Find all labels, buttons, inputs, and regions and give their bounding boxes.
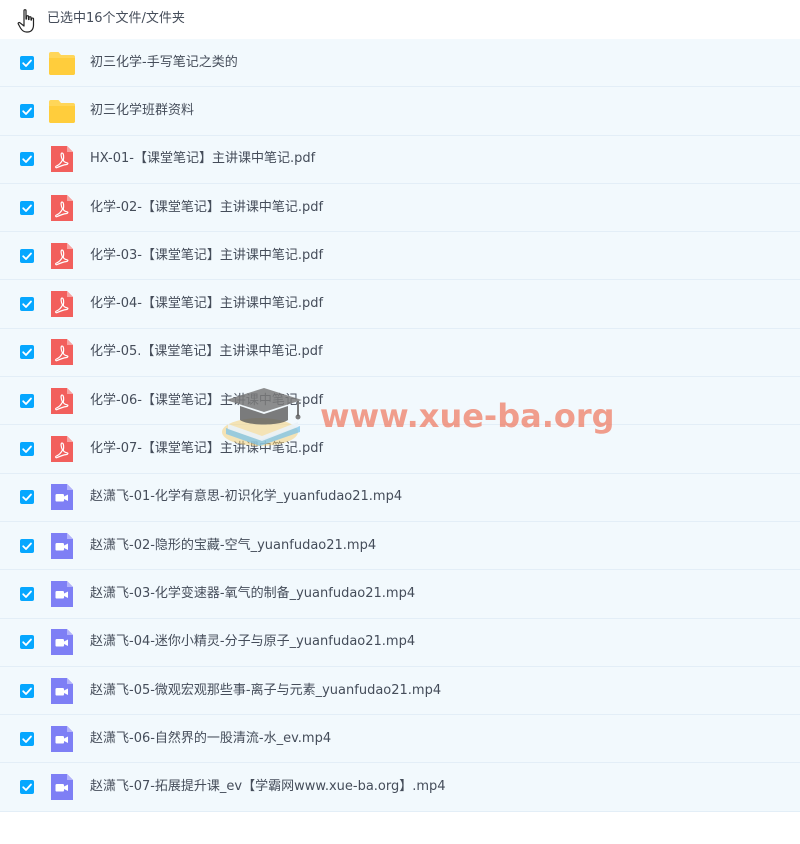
file-list: 初三化学-手写笔记之类的 初三化学班群资料 HX-01-【课堂笔记】主讲课中笔记.p… xyxy=(0,39,800,812)
file-row[interactable]: 化学-03-【课堂笔记】主讲课中笔记.pdf xyxy=(0,232,800,281)
video-file-icon xyxy=(48,774,76,801)
video-file-icon xyxy=(48,484,76,511)
file-row-checkbox[interactable] xyxy=(20,297,34,312)
checkmark-icon xyxy=(22,397,32,405)
file-row-checkbox[interactable] xyxy=(20,731,34,746)
checkmark-icon xyxy=(22,542,32,550)
file-row-checkbox[interactable] xyxy=(20,586,34,601)
folder-icon xyxy=(48,50,76,76)
file-row[interactable]: 化学-07-【课堂笔记】主讲课中笔记.pdf xyxy=(0,425,800,474)
file-name[interactable]: 初三化学班群资料 xyxy=(90,102,194,120)
file-name[interactable]: 赵潇飞-01-化学有意思-初识化学_yuanfudao21.mp4 xyxy=(90,488,402,506)
pdf-file-icon xyxy=(48,291,76,318)
file-row-checkbox[interactable] xyxy=(20,200,34,215)
checkmark-icon xyxy=(22,59,32,67)
file-row[interactable]: 初三化学班群资料 xyxy=(0,87,800,136)
file-row[interactable]: 赵潇飞-04-迷你小精灵-分子与原子_yuanfudao21.mp4 xyxy=(0,618,800,667)
file-row[interactable]: 赵潇飞-07-拓展提升课_ev【学霸网www.xue-ba.org】.mp4 xyxy=(0,763,800,812)
file-row[interactable]: 化学-05.【课堂笔记】主讲课中笔记.pdf xyxy=(0,328,800,378)
file-row[interactable]: 赵潇飞-01-化学有意思-初识化学_yuanfudao21.mp4 xyxy=(0,473,800,522)
file-row[interactable]: 初三化学-手写笔记之类的 xyxy=(0,39,800,88)
file-name[interactable]: HX-01-【课堂笔记】主讲课中笔记.pdf xyxy=(90,150,315,168)
file-row[interactable]: 赵潇飞-06-自然界的一股清流-水_ev.mp4 xyxy=(0,715,800,764)
file-row-checkbox[interactable] xyxy=(20,103,34,118)
pdf-file-icon xyxy=(48,146,76,173)
hand-cursor-icon xyxy=(17,9,35,33)
file-name[interactable]: 化学-07-【课堂笔记】主讲课中笔记.pdf xyxy=(90,440,323,458)
checkmark-icon xyxy=(22,155,32,164)
file-name[interactable]: 化学-06-【课堂笔记】主讲课中笔记.pdf xyxy=(90,392,323,410)
video-file-icon xyxy=(48,580,76,607)
checkmark-icon xyxy=(22,349,32,357)
file-row-checkbox[interactable] xyxy=(20,490,34,505)
selection-header: 已选中16个文件/文件夹 xyxy=(0,0,800,38)
checkmark-icon xyxy=(22,590,32,598)
checkmark-icon xyxy=(22,445,32,453)
file-row[interactable]: 化学-02-【课堂笔记】主讲课中笔记.pdf xyxy=(0,183,800,233)
checkmark-icon xyxy=(22,252,32,260)
file-name[interactable]: 赵潇飞-04-迷你小精灵-分子与原子_yuanfudao21.mp4 xyxy=(90,633,415,651)
selection-count-text: 已选中16个文件/文件夹 xyxy=(47,11,185,26)
pdf-file-icon xyxy=(48,242,76,269)
file-name[interactable]: 化学-05.【课堂笔记】主讲课中笔记.pdf xyxy=(90,343,323,361)
file-row-checkbox[interactable] xyxy=(20,152,34,167)
file-row[interactable]: 赵潇飞-03-化学变速器-氧气的制备_yuanfudao21.mp4 xyxy=(0,570,800,619)
file-name[interactable]: 赵潇飞-07-拓展提升课_ev【学霸网www.xue-ba.org】.mp4 xyxy=(90,778,446,796)
checkmark-icon xyxy=(22,687,32,695)
file-name[interactable]: 初三化学-手写笔记之类的 xyxy=(90,54,238,72)
file-row[interactable]: 赵潇飞-02-隐形的宝藏-空气_yuanfudao21.mp4 xyxy=(0,521,800,571)
file-name[interactable]: 赵潇飞-02-隐形的宝藏-空气_yuanfudao21.mp4 xyxy=(90,537,376,555)
pdf-file-icon xyxy=(48,387,76,414)
file-name[interactable]: 赵潇飞-05-微观宏观那些事-离子与元素_yuanfudao21.mp4 xyxy=(90,682,441,700)
file-row[interactable]: 化学-04-【课堂笔记】主讲课中笔记.pdf xyxy=(0,280,800,329)
file-row-checkbox[interactable] xyxy=(20,442,34,457)
file-row-checkbox[interactable] xyxy=(20,248,34,263)
file-name[interactable]: 赵潇飞-06-自然界的一股清流-水_ev.mp4 xyxy=(90,730,331,748)
file-name[interactable]: 赵潇飞-03-化学变速器-氧气的制备_yuanfudao21.mp4 xyxy=(90,585,415,603)
checkmark-icon xyxy=(22,493,32,502)
pdf-file-icon xyxy=(48,339,76,366)
file-row-checkbox[interactable] xyxy=(20,635,34,650)
file-row[interactable]: 化学-06-【课堂笔记】主讲课中笔记.pdf xyxy=(0,377,800,426)
file-row[interactable]: 赵潇飞-05-微观宏观那些事-离子与元素_yuanfudao21.mp4 xyxy=(0,666,800,716)
file-name[interactable]: 化学-02-【课堂笔记】主讲课中笔记.pdf xyxy=(90,199,323,217)
video-file-icon xyxy=(48,725,76,752)
pdf-file-icon xyxy=(48,194,76,221)
folder-icon xyxy=(48,98,76,124)
checkmark-icon xyxy=(22,735,32,743)
video-file-icon xyxy=(48,677,76,704)
file-row-checkbox[interactable] xyxy=(20,55,34,70)
video-file-icon xyxy=(48,629,76,656)
file-row[interactable]: HX-01-【课堂笔记】主讲课中笔记.pdf xyxy=(0,135,800,184)
file-row-checkbox[interactable] xyxy=(20,393,34,408)
checkmark-icon xyxy=(22,107,32,115)
checkmark-icon xyxy=(22,204,32,212)
pdf-file-icon xyxy=(48,436,76,463)
video-file-icon xyxy=(48,532,76,559)
file-row-checkbox[interactable] xyxy=(20,683,34,698)
checkmark-icon xyxy=(22,638,32,647)
file-name[interactable]: 化学-04-【课堂笔记】主讲课中笔记.pdf xyxy=(90,295,323,313)
file-row-checkbox[interactable] xyxy=(20,538,34,553)
file-name[interactable]: 化学-03-【课堂笔记】主讲课中笔记.pdf xyxy=(90,247,323,265)
checkmark-icon xyxy=(22,783,32,791)
file-row-checkbox[interactable] xyxy=(20,345,34,360)
checkmark-icon xyxy=(22,300,32,309)
file-row-checkbox[interactable] xyxy=(20,780,34,795)
